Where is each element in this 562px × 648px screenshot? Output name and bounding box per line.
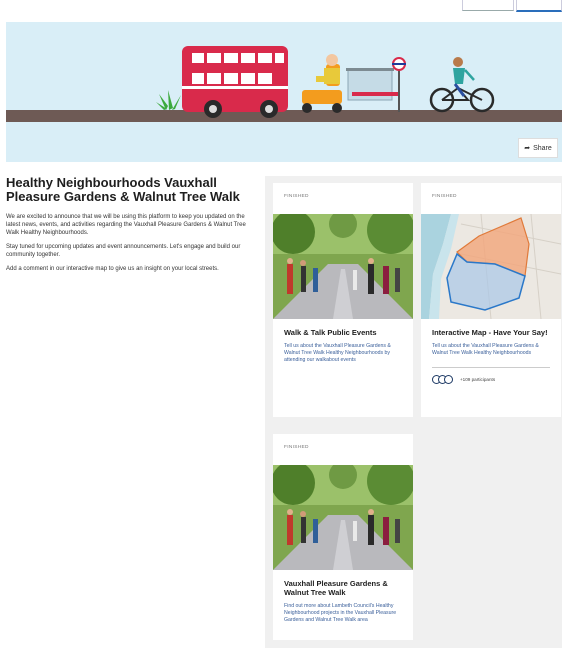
top-nav-button-active[interactable] [516,0,562,12]
bus-icon [182,46,288,118]
street-photo [273,214,413,319]
card-title: Walk & Talk Public Events [284,328,377,337]
card-description: Tell us about the Vauxhall Pleasure Gard… [432,343,539,356]
plant-icon [156,90,181,110]
card-title: Interactive Map - Have Your Say! [432,328,548,337]
map-thumbnail [421,214,561,319]
card-title: Vauxhall Pleasure Gardens & Walnut Tree … [284,579,388,597]
avatar [444,374,453,384]
top-nav-button[interactable] [462,0,514,11]
bus-shelter-icon [346,57,406,112]
participant-avatars [432,374,453,384]
status-badge: FINISHED [432,194,457,199]
share-label: Share [533,144,552,152]
intro-section: Healthy Neighbourhoods Vauxhall Pleasure… [6,176,256,279]
share-arrow-icon: ➦ [524,145,531,152]
projects-panel: FINISHED Walk & Talk Public Events Tell … [265,176,562,648]
participants-count: +109 participants [460,376,496,382]
project-card-interactive-map[interactable]: FINISHED Interactive Map - Have Your Say… [421,183,561,417]
card-description: Find out more about Lambeth Council's He… [284,603,397,623]
road [6,110,562,122]
status-badge: FINISHED [284,194,309,199]
mobility-scooter-icon [302,54,342,113]
project-card-walk-talk[interactable]: FINISHED Walk & Talk Public Events Tell … [273,183,413,417]
status-badge: FINISHED [284,445,309,450]
share-button[interactable]: ➦ Share [518,138,558,158]
cyclist-icon [429,57,495,113]
page-title: Healthy Neighbourhoods Vauxhall Pleasure… [6,175,240,204]
intro-paragraph: We are excited to announce that we will … [6,214,246,236]
street-photo [273,465,413,570]
divider [432,366,550,368]
hero-banner: ➦ Share [6,22,562,162]
card-description: Tell us about the Vauxhall Pleasure Gard… [284,343,391,363]
participants-row: +109 participants [432,374,550,384]
intro-paragraph: Add a comment in our interactive map to … [6,266,219,272]
hero-illustration [6,46,562,122]
intro-paragraph: Stay tuned for upcoming updates and even… [6,244,241,258]
project-card-vauxhall[interactable]: FINISHED Vauxhall Pleasure Gardens & Wal… [273,434,413,640]
